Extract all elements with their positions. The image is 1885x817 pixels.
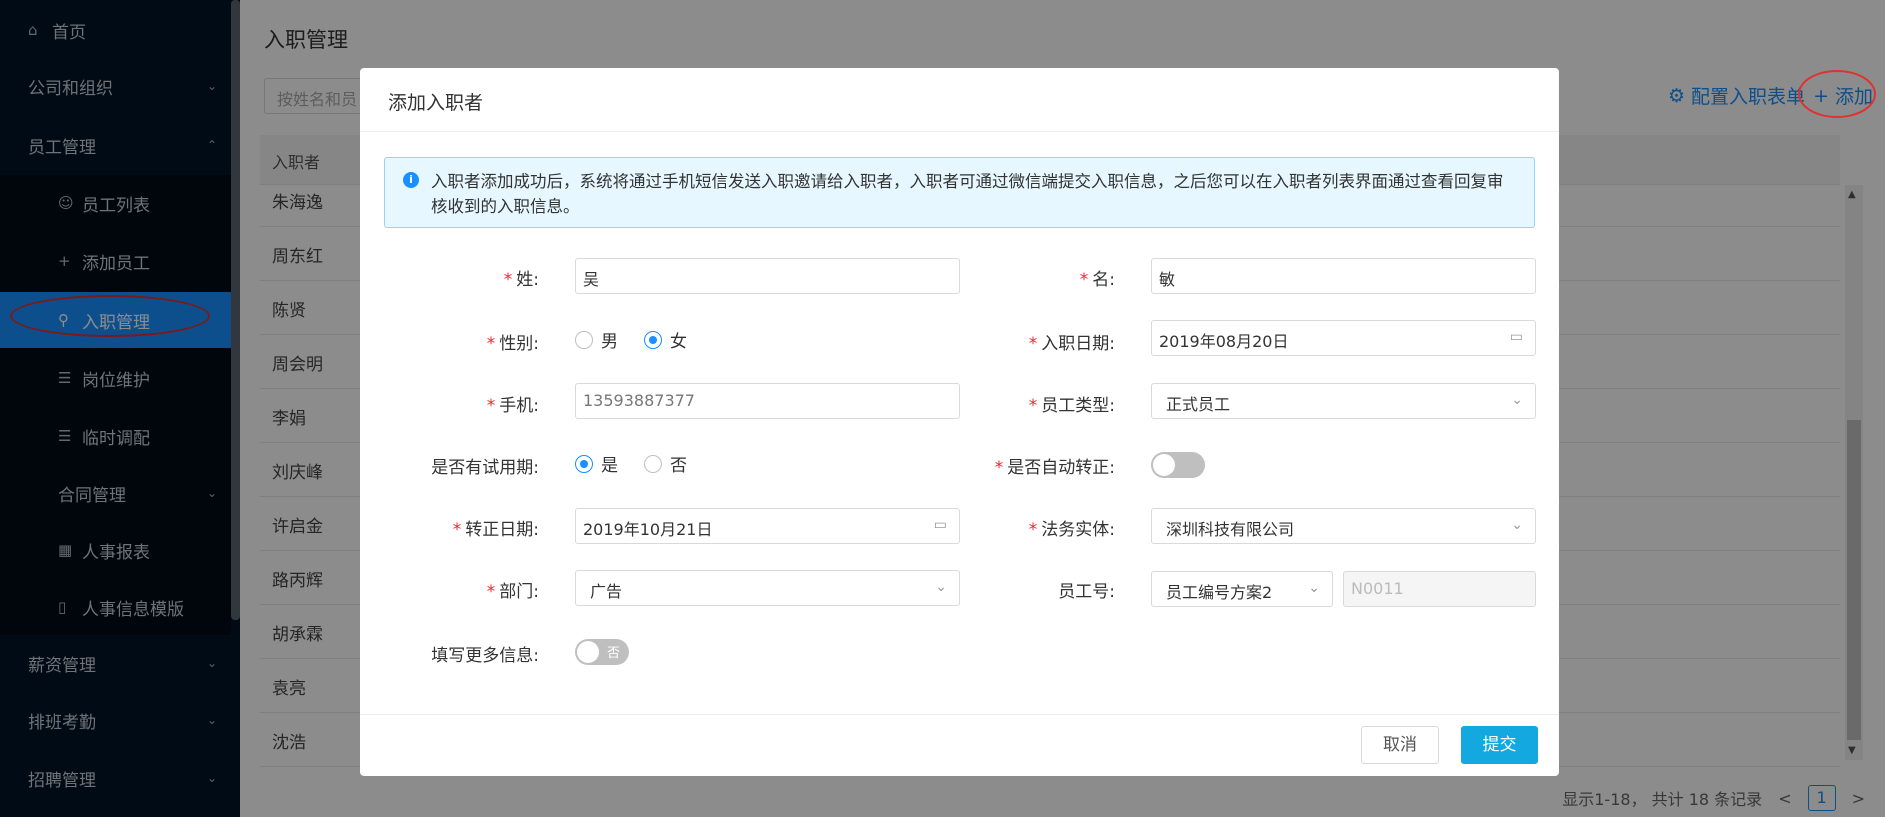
cancel-button[interactable]: 取消: [1361, 726, 1439, 764]
more-info-toggle[interactable]: 否: [575, 639, 629, 665]
phone-label: * 手机:: [486, 396, 539, 416]
info-notice: i 入职者添加成功后，系统将通过手机短信发送入职邀请给入职者，入职者可通过微信端…: [384, 157, 1535, 228]
probation-no-radio[interactable]: 否: [644, 451, 687, 476]
modal-title: 添加入职者: [360, 68, 1559, 132]
info-icon: i: [403, 172, 419, 188]
entry-date-value: 2019年08月20日: [1159, 332, 1289, 351]
employee-type-label: * 员工类型:: [1028, 396, 1115, 416]
given-name-field[interactable]: 敏: [1151, 258, 1536, 294]
submit-button[interactable]: 提交: [1461, 726, 1538, 764]
surname-label: * 姓:: [503, 270, 539, 290]
chevron-down-icon: ⌄: [1511, 517, 1523, 533]
calendar-icon: ▭: [933, 517, 947, 533]
probation-label: 是否有试用期:: [431, 458, 539, 478]
auto-regular-toggle[interactable]: [1151, 452, 1205, 478]
add-onboarder-modal: 添加入职者 i 入职者添加成功后，系统将通过手机短信发送入职邀请给入职者，入职者…: [360, 68, 1559, 776]
chevron-down-icon: ⌄: [1511, 392, 1523, 408]
toggle-knob: [1153, 454, 1175, 476]
legal-entity-select[interactable]: 深圳科技有限公司 ⌄: [1151, 508, 1536, 544]
annotation-circle: [1798, 70, 1876, 118]
legal-entity-value: 深圳科技有限公司: [1166, 520, 1295, 539]
gender-radio-group: 男 女: [575, 327, 699, 352]
employee-number-scheme-value: 员工编号方案2: [1166, 583, 1273, 602]
more-info-label: 填写更多信息:: [431, 646, 539, 666]
notice-text: 入职者添加成功后，系统将通过手机短信发送入职邀请给入职者，入职者可通过微信端提交…: [431, 172, 1504, 216]
chevron-down-icon: ⌄: [935, 579, 947, 595]
surname-field[interactable]: 吴: [575, 258, 960, 294]
probation-radio-group: 是 否: [575, 451, 699, 476]
toggle-knob: [577, 641, 599, 663]
employee-number-label: 员工号:: [1058, 582, 1115, 602]
gender-label: * 性别:: [486, 334, 539, 354]
given-name-label: * 名:: [1079, 270, 1115, 290]
entry-date-picker[interactable]: 2019年08月20日 ▭: [1151, 320, 1536, 356]
toggle-text: 否: [606, 646, 620, 661]
gender-male-radio[interactable]: 男: [575, 327, 618, 352]
phone-field[interactable]: 13593887377: [575, 383, 960, 419]
modal-footer: 取消 提交: [360, 714, 1559, 776]
employee-type-value: 正式员工: [1166, 395, 1231, 414]
regular-date-label: * 转正日期:: [452, 520, 539, 540]
department-label: * 部门:: [486, 582, 539, 602]
employee-type-select[interactable]: 正式员工 ⌄: [1151, 383, 1536, 419]
regular-date-value: 2019年10月21日: [583, 520, 713, 539]
employee-number-scheme-select[interactable]: 员工编号方案2 ⌄: [1151, 571, 1333, 607]
gender-female-radio[interactable]: 女: [644, 327, 687, 352]
entry-date-label: * 入职日期:: [1028, 334, 1115, 354]
regular-date-picker[interactable]: 2019年10月21日 ▭: [575, 508, 960, 544]
department-select[interactable]: 广告 ⌄: [575, 570, 960, 606]
calendar-icon: ▭: [1509, 329, 1523, 345]
employee-number-field: N0011: [1343, 571, 1536, 607]
probation-yes-radio[interactable]: 是: [575, 451, 618, 476]
legal-entity-label: * 法务实体:: [1028, 520, 1115, 540]
auto-regular-label: * 是否自动转正:: [994, 458, 1115, 478]
chevron-down-icon: ⌄: [1308, 580, 1320, 596]
department-value: 广告: [590, 582, 623, 601]
